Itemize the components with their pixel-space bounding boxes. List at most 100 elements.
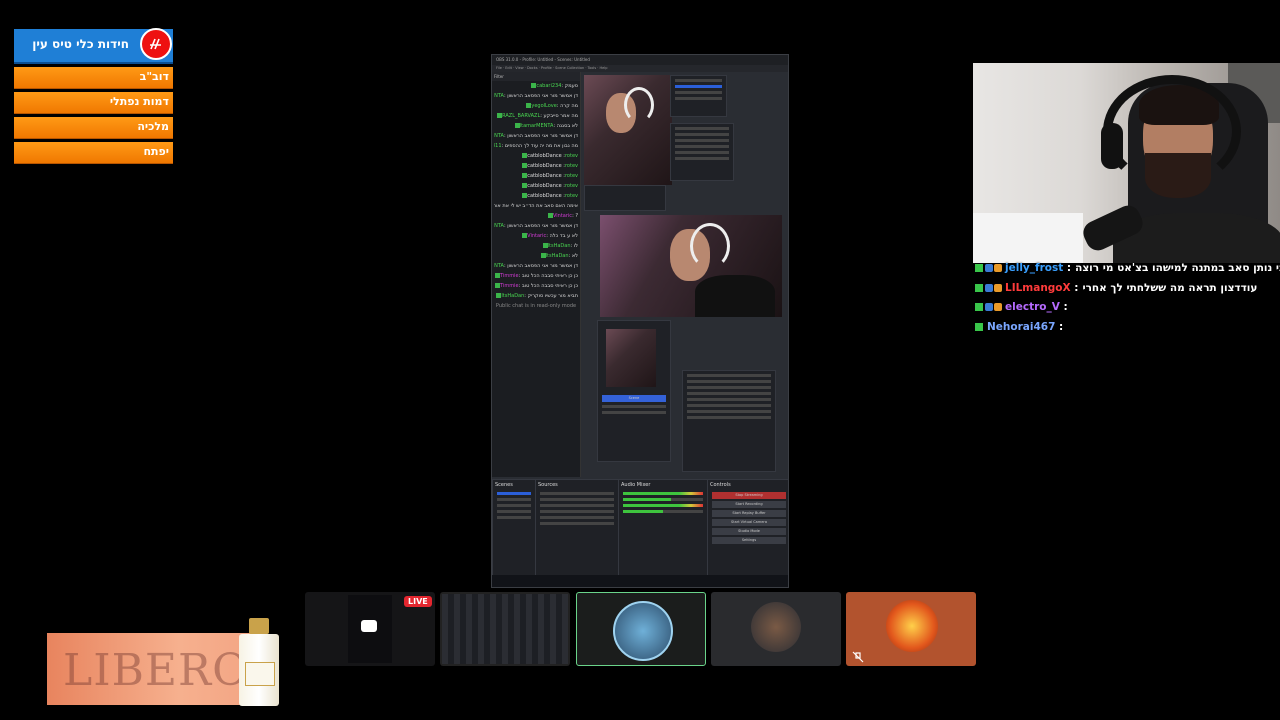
avatar-fire	[886, 600, 938, 652]
participant-tile-3[interactable]	[576, 592, 706, 666]
chat-dock-line: סעמק :cabari234	[494, 83, 578, 89]
overlay-chat-message: electro_V :	[972, 301, 1280, 321]
participant-tile-1[interactable]: LIVE	[305, 592, 435, 666]
participant-tile-5[interactable]	[846, 592, 976, 666]
avatar-person	[751, 602, 801, 652]
menu-item-3: מלכיה	[14, 117, 173, 139]
obs-control-button[interactable]: Settings	[712, 537, 786, 544]
chat-dock-text: לא ע בד כלה	[549, 233, 578, 239]
shared-screen: OBS 31.0.0 - Profile: Untitled - Scenes:…	[491, 54, 789, 588]
kick-badge-icon	[975, 303, 983, 311]
obs-control-button[interactable]: Stop Streaming	[712, 492, 786, 499]
chat-dock-line: אימה האם סאב את הד״ב יש לי את אותו סט כמ…	[494, 203, 578, 209]
chat-dock-username: ItamarMENTA	[494, 223, 504, 229]
chat-dock-text: כן כן ראיתי סבבה הכל טוב	[521, 273, 578, 279]
chat-dock-line: לו :ItsHaDan	[494, 243, 578, 249]
chat-dock-username: cabari234	[536, 83, 562, 89]
chat-dock-username: ItamarMENTA	[519, 123, 554, 129]
chat-dock-line: catblobDance :rotev	[494, 173, 578, 179]
chat-dock-username: Timmie	[500, 283, 519, 289]
chat-dock-text: לו	[573, 243, 578, 249]
context-menu-panel	[670, 75, 727, 117]
chat-dock-line: ? :Vintaric	[494, 213, 578, 219]
controls-dock: Controls Stop Streaming Start Recording St…	[707, 479, 788, 579]
chat-dock-line: לא ע בד כלה :Vintaric	[494, 233, 578, 239]
chat-dock-username: yoavvv311	[494, 143, 502, 149]
chat-dock-line: catblobDance :rotev	[494, 193, 578, 199]
chat-dock-text: catblobDance	[527, 163, 562, 169]
chat-dock-username: rotev	[564, 163, 578, 169]
audio-mixer-dock: Audio Mixer	[618, 479, 708, 579]
menu-item-4: יפתח	[14, 142, 173, 164]
chat-dock-line: דן אמשר מור אני הפסאב הראשון :ItamarMENT…	[494, 133, 578, 139]
chat-dock-text: תביא מור עכשיו סוקריק	[527, 293, 578, 299]
chat-dock-line: דן אמשר מור אני הפסאב הראשון :ItamarMENT…	[494, 93, 578, 99]
chat-dock-text: catblobDance	[527, 173, 562, 179]
obs-titlebar: OBS 31.0.0 - Profile: Untitled - Scenes:…	[492, 55, 788, 65]
chat-dock-username: rotev	[564, 193, 578, 199]
chat-username: electro_V	[1005, 301, 1060, 313]
chat-dock-text: מה נבון את מה יה עוד לך ההספים	[504, 143, 578, 149]
sources-popup	[670, 123, 734, 181]
channel-logo	[140, 28, 172, 60]
chat-username: jelly_frost	[1005, 262, 1064, 274]
windows-taskbar	[492, 575, 788, 587]
chat-dock-header: Filter	[492, 72, 580, 81]
chat-dock-text: דן אמשר מור אני הפסאב הראשון	[507, 223, 578, 229]
sources-dock: Sources	[535, 479, 619, 579]
menu-item-2: דמות נפתלי	[14, 92, 173, 114]
live-badge: LIVE	[404, 596, 432, 607]
obs-control-button[interactable]: Studio Mode	[712, 528, 786, 535]
chat-dock-line: מה אמר סייבקע :RAZL_BARVAZL	[494, 113, 578, 119]
participant-tile-4[interactable]	[711, 592, 841, 666]
chat-dock-username: yegolLove	[531, 103, 557, 109]
ad-brand: LIBERO	[63, 645, 250, 696]
chat-dock-text: catblobDance	[527, 193, 562, 199]
chat-dock-text: דן אמשר מור אני הפסאב הראשון	[507, 133, 578, 139]
chat-dock-text: לא	[571, 253, 578, 259]
chat-dock-username: RAZL_BARVAZL	[502, 113, 541, 119]
menu-item-1: דוב"ב	[14, 67, 173, 89]
participant-tile-2[interactable]: LIVE	[440, 592, 570, 666]
libero-ad: LIBERO	[47, 633, 267, 705]
chat-dock-text: ?	[575, 213, 578, 219]
chat-dock-line: לא :ItsHaDan	[494, 253, 578, 259]
chat-dock-username: rotev	[564, 173, 578, 179]
menu-title: חידות כלי טיס עין	[32, 37, 129, 51]
menu-header: חידות כלי טיס עין	[14, 28, 173, 64]
chat-message-text: עודדצון תראה מה ששלחתי לך אחרי	[1082, 281, 1258, 294]
chat-dock-text: לא בסגנה	[556, 123, 578, 129]
chat-dock-username: ItamarMENTA	[494, 93, 504, 99]
chat-dock-text: סעמק	[564, 83, 578, 89]
chat-dock-username: ItamarMENTA	[494, 133, 504, 139]
chat-message-text: אני נותן סאב במתנה למישהו בצ'אט מי רוצה	[1075, 262, 1280, 274]
chat-dock-line: catblobDance :rotev	[494, 183, 578, 189]
chat-dock-username: Timmie	[500, 273, 519, 279]
chat-dock-text: catblobDance	[527, 153, 562, 159]
overlay-chat-message: LILmangoX : עודדצון תראה מה ששלחתי לך אחר…	[972, 282, 1280, 302]
chat-dock-line: מה קרה :yegolLove	[494, 103, 578, 109]
game-menu-widget: חידות כלי טיס עין דוב"ב דמות נפתלי מלכיה…	[14, 28, 173, 164]
overlay-chat: jelly_frost : אני נותן סאב במתנה למישהו ב…	[972, 262, 1280, 340]
preview-top-left	[584, 75, 672, 185]
streamer-webcam	[973, 63, 1280, 263]
color-toolbar	[584, 185, 666, 211]
obs-control-button[interactable]: Start Virtual Camera	[712, 519, 786, 526]
obs-menubar: File · Edit · View · Docks · Profile · S…	[492, 65, 788, 72]
chat-badge-icon	[994, 283, 1002, 292]
chat-dock-text: אימה האם סאב את הד״ב יש לי את אותו סט כמ…	[494, 203, 578, 209]
kick-badge-icon	[975, 283, 983, 292]
chat-dock-text: catblobDance	[527, 183, 562, 189]
audio-sources-panel	[682, 370, 776, 472]
obs-chat-dock: Filter סעמק :cabari234 דן אמשר מור אני הפ…	[492, 72, 581, 477]
perfume-bottle-image	[237, 618, 281, 708]
chat-dock-lines: סעמק :cabari234 דן אמשר מור אני הפסאב הרא…	[492, 83, 580, 299]
obs-control-button[interactable]: Start Replay Buffer	[712, 510, 786, 517]
obs-control-button[interactable]: Start Recording	[712, 501, 786, 508]
muted-icon	[852, 648, 864, 663]
chat-dock-text: דן אמשר מור אני הפסאב הראשון	[507, 93, 578, 99]
chat-dock-username: ItsHaDan	[545, 253, 569, 259]
chat-dock-footer: Public chat is in read-only mode	[495, 303, 577, 309]
scenes-dock: Scenes	[492, 479, 536, 579]
chat-dock-line: דן אמשר מור אני הפסאב הראשון :ItamarMENT…	[494, 263, 578, 269]
